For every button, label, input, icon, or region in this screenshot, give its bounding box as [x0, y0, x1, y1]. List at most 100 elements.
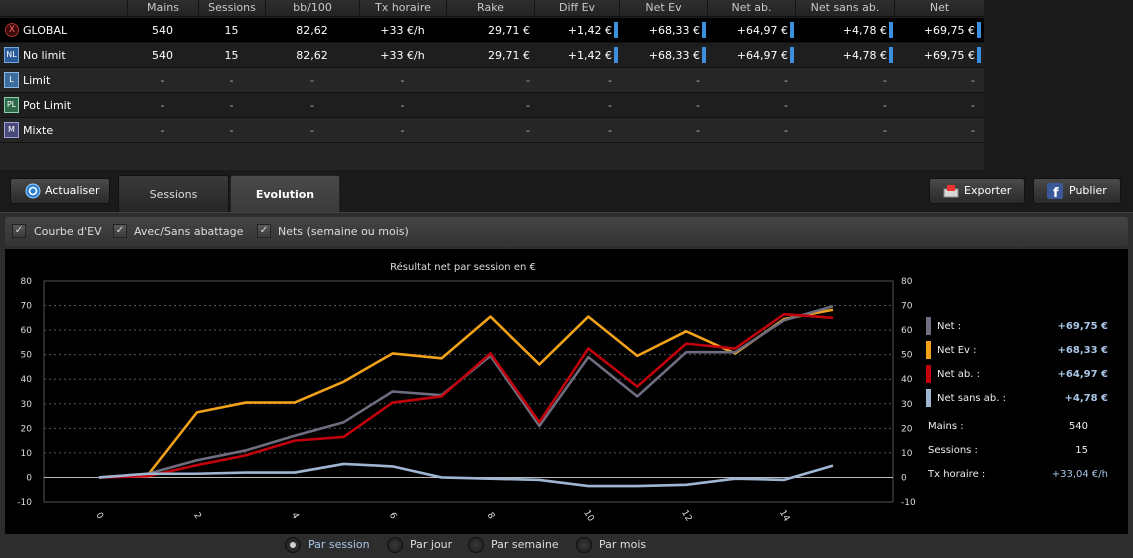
publish-button[interactable]: f Publier [1033, 178, 1121, 204]
table-row-pot-limit[interactable]: PL Pot Limit - - - - - - - - - - [0, 93, 984, 118]
x-tick-label: 4 [289, 511, 301, 521]
plot-frame [43, 280, 894, 503]
facebook-icon: f [1047, 183, 1063, 199]
cell-rake: - [526, 99, 530, 112]
cell-bb-100: - [310, 74, 314, 87]
cell-bb100: 82,62 [296, 24, 328, 37]
nets-checkbox[interactable]: ✓ [257, 224, 271, 238]
summary-value: 15 [1075, 445, 1088, 456]
table-row-no-limit[interactable]: NL No limit 540 15 82,62 +33 €/h 29,71 €… [0, 43, 984, 68]
pot-limit-icon: PL [4, 97, 19, 113]
summary-value: 540 [1068, 421, 1088, 432]
table-row-mixte[interactable]: M Mixte - - - - - - - - - - [0, 118, 984, 143]
legend-value: +4,78 € [1064, 393, 1109, 404]
col-tx-horaire[interactable]: Tx horaire [359, 0, 446, 17]
mixte-icon: M [4, 122, 19, 138]
net-ab-bar [790, 47, 794, 63]
legend-label: Net ab. : [937, 369, 980, 380]
export-button[interactable]: Exporter [929, 178, 1025, 204]
cell-sessions: - [229, 99, 234, 112]
net-ab-bar [790, 22, 794, 38]
diff-ev-bar [614, 47, 618, 63]
cell-mains: 540 [152, 49, 173, 62]
net-bar [977, 22, 981, 38]
cell-net-ab-: - [784, 124, 788, 137]
export-label: Exporter [964, 184, 1012, 197]
col-mains[interactable]: Mains [127, 0, 198, 17]
col-net-ab[interactable]: Net ab. [707, 0, 795, 17]
cell-sessions: - [229, 124, 234, 137]
tab-evolution[interactable]: Evolution [230, 175, 340, 212]
table-row-global[interactable]: X GLOBAL 540 15 82,62 +33 €/h 29,71 € +1… [0, 18, 984, 43]
legend-value: +68,33 € [1057, 345, 1108, 356]
cell-tx-horaire: - [400, 124, 405, 137]
cell-sessions: - [229, 74, 234, 87]
legend-value: +69,75 € [1057, 321, 1108, 332]
cell-diff-ev: - [608, 99, 612, 112]
cell-diff-ev: +1,42 € [567, 49, 612, 62]
legend-value: +64,97 € [1057, 369, 1108, 380]
col-sessions[interactable]: Sessions [198, 0, 265, 17]
table-footer [0, 143, 984, 170]
by-day-radio[interactable] [387, 537, 403, 553]
no-limit-icon: NL [4, 47, 19, 63]
col-diff-ev[interactable]: Diff Ev [534, 0, 619, 17]
x-tick-label: 6 [387, 511, 399, 521]
y-tick-label-left: 50 [21, 351, 33, 361]
summary-label: Tx horaire : [928, 469, 986, 480]
tab-sessions[interactable]: Sessions [118, 175, 229, 212]
cell-net-ev: +68,33 € [648, 24, 700, 37]
cell-net-ab: +64,97 € [736, 24, 788, 37]
by-week-radio[interactable] [468, 537, 484, 553]
by-session-label[interactable]: Par session [308, 534, 370, 556]
cell-diff-ev: +1,42 € [567, 24, 612, 37]
cell-tx-horaire: - [400, 99, 405, 112]
cell-mains: - [160, 74, 165, 87]
evolution-panel: ✓ Courbe d'EV ✓ Avec/Sans abattage ✓ Net… [0, 212, 1133, 558]
publish-label: Publier [1069, 184, 1107, 197]
ev-curve-label: Courbe d'EV [34, 225, 102, 238]
legend-swatch [926, 389, 931, 407]
by-month-radio[interactable] [576, 537, 592, 553]
row-label: Limit [23, 74, 51, 87]
x-tick-label: 14 [777, 509, 792, 524]
refresh-button[interactable]: Actualiser [10, 178, 110, 204]
cell-net-ev: - [696, 74, 700, 87]
cell-tx-horaire: +33 €/h [380, 49, 425, 62]
cell-net-ab-: - [784, 74, 788, 87]
cell-mains: - [160, 99, 165, 112]
y-tick-label-right: 10 [901, 449, 913, 459]
x-tick-label: 10 [581, 509, 596, 524]
row-label: No limit [23, 49, 66, 62]
summary-label: Mains : [928, 421, 964, 432]
series-line-net [98, 305, 834, 479]
col-net-ev[interactable]: Net Ev [619, 0, 707, 17]
y-tick-label-right: 70 [901, 302, 913, 312]
cell-mains: 540 [152, 24, 173, 37]
rakeback-checkbox[interactable]: ✓ [113, 224, 127, 238]
legend-swatch [926, 341, 931, 359]
series-line-net-sans-ab- [98, 462, 834, 488]
limit-icon: L [4, 72, 19, 88]
by-day-label[interactable]: Par jour [410, 534, 452, 556]
y-tick-label-right: 60 [901, 326, 913, 336]
cell-sessions: 15 [224, 49, 239, 62]
summary-value: +33,04 €/h [1051, 469, 1108, 480]
col-rake[interactable]: Rake [446, 0, 534, 17]
col-net-sans-ab[interactable]: Net sans ab. [795, 0, 894, 17]
ev-curve-checkbox[interactable]: ✓ [12, 224, 26, 238]
by-month-label[interactable]: Par mois [599, 534, 646, 556]
y-tick-label-left: 30 [21, 400, 33, 410]
cell-net: - [971, 124, 975, 137]
table-row-limit[interactable]: L Limit - - - - - - - - - - [0, 68, 984, 93]
series-line-net-ev [98, 308, 834, 479]
y-tick-label-left: -10 [17, 498, 32, 508]
by-week-label[interactable]: Par semaine [491, 534, 559, 556]
net-bar [977, 47, 981, 63]
net-ev-bar [702, 22, 706, 38]
by-session-radio[interactable] [285, 537, 301, 553]
col-bb100[interactable]: bb/100 [265, 0, 359, 17]
net-result-chart: Résultat net par session en € -10 -10 0 0 10… [17, 261, 916, 524]
col-net[interactable]: Net [894, 0, 984, 17]
cell-net: - [971, 99, 975, 112]
